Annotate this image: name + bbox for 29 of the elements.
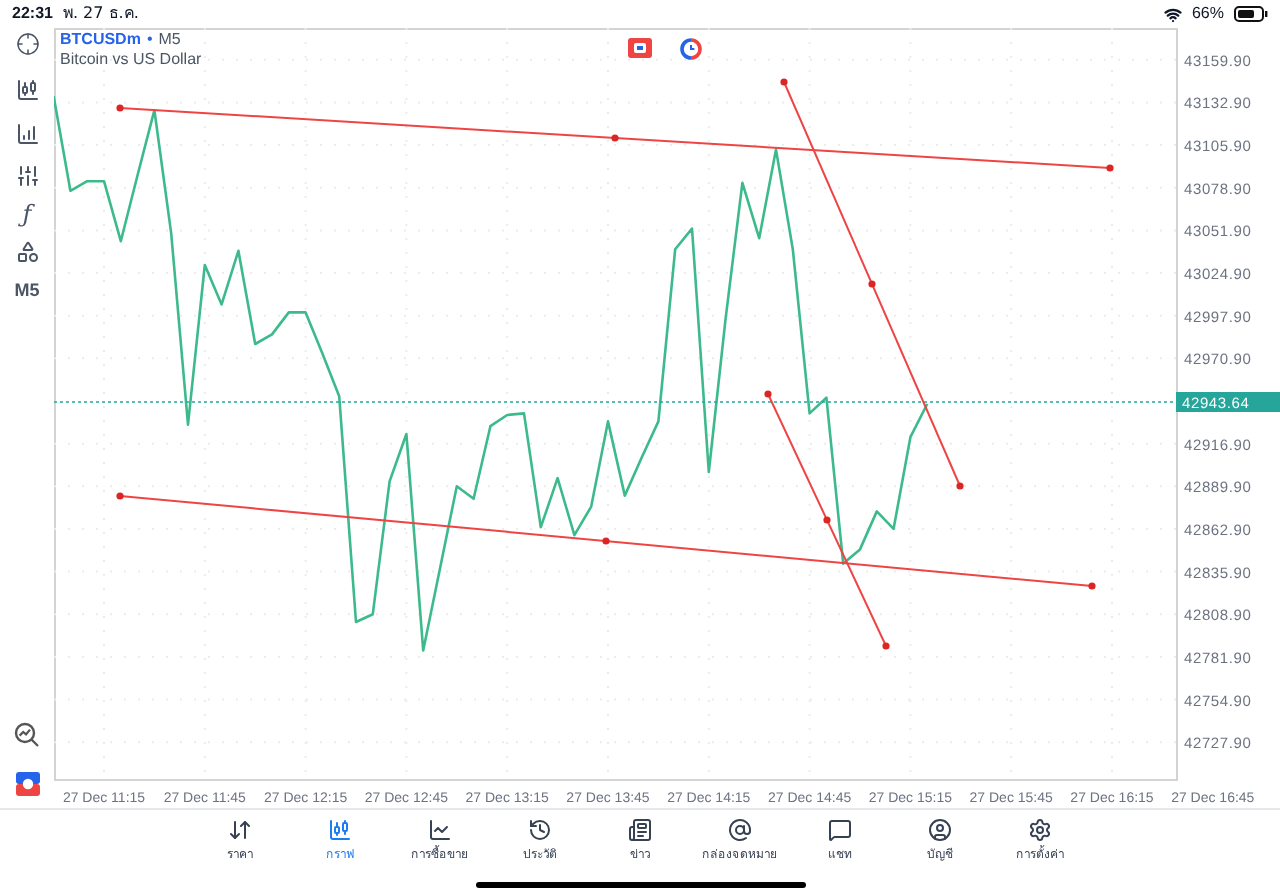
chart-search-icon[interactable] (14, 722, 40, 748)
candlestick-icon[interactable] (15, 78, 39, 102)
crosshair-icon[interactable] (15, 32, 39, 56)
line-chart-icon (428, 818, 452, 842)
wifi-icon (1163, 5, 1182, 23)
history-icon (528, 818, 552, 842)
symbol-description: Bitcoin vs US Dollar (60, 50, 202, 70)
shapes-icon[interactable] (15, 240, 39, 264)
at-sign-icon (728, 818, 752, 842)
indicator-icon[interactable]: ƒ (22, 200, 32, 228)
timeframe-button[interactable]: M5 (14, 280, 40, 300)
chat-bubble-icon (828, 818, 852, 842)
arrows-icon (228, 818, 252, 842)
timeframe-label: M5 (158, 30, 181, 50)
candlestick-icon (328, 818, 352, 842)
battery-icon (1234, 6, 1268, 22)
logo-icon[interactable] (15, 772, 39, 796)
sliders-icon[interactable] (15, 164, 39, 188)
symbol-name[interactable]: BTCUSDm (60, 30, 141, 50)
battery-percent: 66% (1191, 2, 1224, 26)
bar-chart-icon[interactable] (15, 122, 39, 146)
status-time: 22:31 (12, 2, 53, 26)
separator-dot: • (146, 30, 153, 50)
trade-icon[interactable] (628, 38, 652, 58)
user-icon (928, 818, 952, 842)
newspaper-icon (628, 818, 652, 842)
status-date: พ. 27 ธ.ค. (62, 2, 139, 26)
gear-icon (1028, 818, 1052, 842)
clock-icon[interactable] (680, 38, 702, 60)
